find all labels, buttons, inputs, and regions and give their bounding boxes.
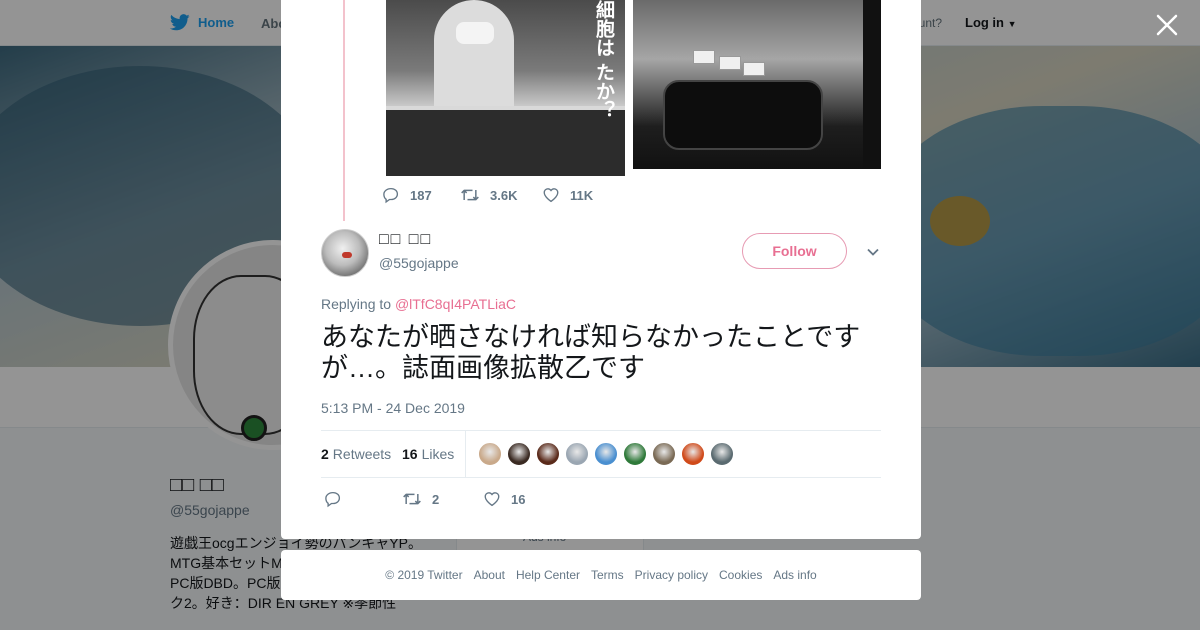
tweet-stats: 2 Retweets 16 Likes	[321, 430, 881, 478]
follow-button[interactable]: Follow	[742, 233, 847, 269]
like-count: 16	[511, 491, 526, 507]
avatar[interactable]	[321, 229, 369, 277]
like-button[interactable]: 11K	[542, 186, 593, 204]
image-figure	[693, 50, 715, 64]
footer-copyright: © 2019 Twitter	[385, 568, 463, 582]
footer-link-ads-info[interactable]: Ads info	[773, 568, 816, 582]
reply-button[interactable]	[324, 490, 342, 508]
footer-link-terms[interactable]: Terms	[591, 568, 624, 582]
close-icon[interactable]	[1153, 11, 1181, 39]
chevron-down-icon[interactable]	[865, 244, 881, 260]
replying-to-handle-link[interactable]: @lTfC8qI4PATLiaC	[395, 296, 516, 312]
image-caption-text: 細胞は たか？	[593, 0, 614, 120]
stats-divider	[465, 431, 466, 478]
image-figure	[663, 80, 823, 150]
retweet-count: 2	[432, 491, 440, 507]
footer-link-privacy-policy[interactable]: Privacy policy	[635, 568, 708, 582]
tweet-media-image[interactable]: 細胞は たか？	[386, 0, 625, 176]
liker-avatar[interactable]	[652, 442, 676, 466]
like-button[interactable]: 16	[483, 490, 525, 508]
reply-icon	[383, 187, 399, 204]
tweet-timestamp[interactable]: 5:13 PM - 24 Dec 2019	[321, 400, 465, 416]
likes-stat-count: 16	[402, 446, 418, 462]
tweet-modal: 細胞は たか？ 187 3.6K 11K □□ □□ @55gojappe Fo…	[281, 0, 921, 539]
tweet-text: あなたが晒さなければ知らなかったことですが…。誌面画像拡散乙です	[321, 322, 861, 383]
footer-link-cookies[interactable]: Cookies	[719, 568, 762, 582]
tweet-author-handle[interactable]: @55gojappe	[379, 255, 459, 271]
retweets-stat[interactable]: 2 Retweets	[321, 446, 391, 462]
footer-link-help-center[interactable]: Help Center	[516, 568, 580, 582]
retweet-icon	[461, 189, 479, 201]
avatar-art	[342, 252, 352, 258]
liker-avatar[interactable]	[681, 442, 705, 466]
liker-avatar[interactable]	[536, 442, 560, 466]
liker-avatar[interactable]	[478, 442, 502, 466]
image-figure	[863, 0, 881, 169]
like-count: 11K	[570, 187, 594, 203]
likes-stat-label: Likes	[421, 446, 455, 462]
image-figure	[434, 0, 514, 120]
retweet-count: 3.6K	[490, 187, 518, 203]
image-figure	[456, 22, 494, 44]
likes-stat[interactable]: 16 Likes	[402, 446, 454, 462]
liker-avatar[interactable]	[507, 442, 531, 466]
retweet-icon	[403, 493, 421, 505]
heart-icon	[543, 188, 559, 203]
parent-tweet-actions: 187 3.6K 11K	[382, 186, 593, 204]
tweet-author-name[interactable]: □□ □□	[379, 231, 432, 249]
retweet-button[interactable]: 2	[402, 490, 439, 508]
reply-count: 187	[410, 187, 432, 203]
replying-to-prefix: Replying to	[321, 296, 392, 312]
liker-avatar[interactable]	[594, 442, 618, 466]
tweet-media-image[interactable]	[633, 0, 881, 169]
footer-link-about[interactable]: About	[474, 568, 505, 582]
liker-avatar[interactable]	[710, 442, 734, 466]
heart-icon	[484, 492, 500, 507]
replying-to-line: Replying to @lTfC8qI4PATLiaC	[321, 296, 516, 312]
image-figure	[743, 62, 765, 76]
reply-icon	[325, 491, 341, 508]
liker-avatars	[478, 442, 734, 466]
thread-connector-line	[343, 0, 345, 221]
reply-button[interactable]: 187	[382, 186, 460, 204]
image-figure	[719, 56, 741, 70]
retweets-stat-label: Retweets	[332, 446, 392, 462]
retweets-stat-count: 2	[321, 446, 329, 462]
liker-avatar[interactable]	[623, 442, 647, 466]
retweet-button[interactable]: 3.6K	[460, 186, 542, 204]
modal-footer: © 2019 Twitter About Help Center Terms P…	[281, 550, 921, 600]
liker-avatar[interactable]	[565, 442, 589, 466]
